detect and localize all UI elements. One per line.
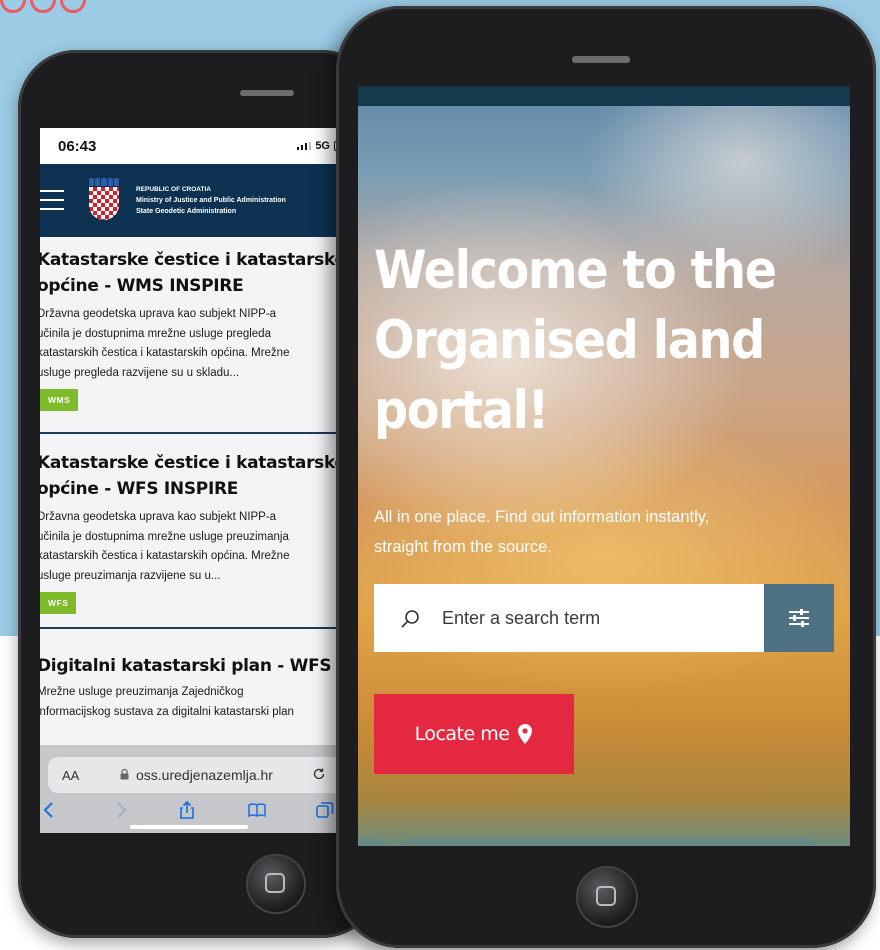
excerpt-line: katastarskih čestica i katastarskih opći…	[40, 550, 290, 562]
article-title[interactable]: općine - WFS INSPIRE	[40, 476, 358, 502]
menu-icon[interactable]	[40, 190, 64, 210]
article-excerpt: Državna geodetska uprava kao subjekt NIP…	[40, 305, 358, 383]
article-card-dkp[interactable]: Digitalni katastarski plan - WFS Mrežne …	[40, 629, 358, 749]
bottom-card-edge	[398, 838, 818, 846]
filter-button[interactable]	[764, 584, 834, 652]
locate-me-label: Locate me	[414, 723, 510, 745]
right-phone-screen: Welcome to the Organised land portal! Al…	[358, 86, 850, 846]
excerpt-line: učinila je dostupnima mrežne usluge preu…	[40, 530, 289, 543]
article-title[interactable]: Katastarske čestice i katastarske	[40, 450, 358, 476]
status-time: 06:43	[58, 138, 97, 155]
left-phone-screen: 06:43 5G REPUBLIC OF CROATIA Ministry of…	[40, 128, 358, 833]
phone-speaker	[572, 56, 630, 63]
left-phone-frame: 06:43 5G REPUBLIC OF CROATIA Ministry of…	[18, 50, 380, 938]
sliders-icon	[789, 609, 809, 627]
search-bar	[374, 584, 834, 652]
search-icon	[401, 610, 419, 628]
locate-me-button[interactable]: Locate me	[374, 694, 574, 774]
hero-headline: Welcome to the Organised land portal!	[374, 236, 797, 446]
article-excerpt: Državna geodetska uprava kao subjekt NIP…	[40, 508, 358, 586]
article-title[interactable]: Digitalni katastarski plan - WFS	[40, 653, 358, 679]
share-icon[interactable]	[178, 801, 196, 819]
article-card-wfs[interactable]: Katastarske čestice i katastarske općine…	[40, 434, 358, 629]
article-excerpt: Mrežne usluge preuzimanja Zajedničkog in…	[40, 683, 358, 722]
back-icon[interactable]	[40, 801, 58, 819]
croatian-coat-of-arms-icon[interactable]	[89, 178, 120, 220]
excerpt-line: usluge pregleda razvijene su u skladu...	[40, 366, 240, 379]
home-button[interactable]	[248, 856, 304, 912]
excerpt-line: informacijskog sustava za digitalni kata…	[40, 705, 294, 718]
lock-icon	[120, 769, 129, 780]
tag-badge-wms[interactable]: WMS	[40, 389, 79, 411]
excerpt-line: učinila je dostupnima mrežne usluge preg…	[40, 327, 271, 340]
org-line-country: REPUBLIC OF CROATIA	[136, 186, 211, 193]
excerpt-line: Državna geodetska uprava kao subjekt NIP…	[40, 511, 277, 523]
home-indicator	[130, 825, 248, 829]
site-header: REPUBLIC OF CROATIA Ministry of Justice …	[40, 164, 358, 237]
org-line-ministry: Ministry of Justice and Public Administr…	[136, 197, 286, 204]
excerpt-line: katastarskih čestica i katastarskih opći…	[40, 347, 290, 359]
excerpt-line: usluge preuzimanja razvijene su u...	[40, 569, 221, 582]
forward-icon[interactable]	[112, 801, 130, 819]
tag-badge-wfs[interactable]: WFS	[40, 592, 77, 614]
url-text: oss.uredjenazemlja.hr	[136, 767, 273, 783]
status-bar: 06:43 5G	[40, 128, 358, 164]
headline-line: Organised land	[374, 310, 765, 371]
article-title[interactable]: Katastarske čestice i katastarske	[40, 247, 358, 273]
bookmarks-icon[interactable]	[248, 801, 266, 819]
org-line-agency: State Geodetic Administration	[136, 208, 237, 215]
brand-logo-fragment	[0, 0, 110, 14]
headline-line: portal!	[374, 380, 549, 441]
reload-icon[interactable]	[312, 767, 326, 781]
phone-speaker	[240, 90, 294, 96]
article-title[interactable]: općine - WMS INSPIRE	[40, 273, 358, 299]
right-phone-frame: Welcome to the Organised land portal! Al…	[336, 6, 876, 948]
article-card-wms[interactable]: Katastarske čestice i katastarske općine…	[40, 237, 358, 434]
browser-toolbar: AA oss.uredjenazemlja.hr	[40, 745, 358, 833]
subtitle-line: straight from the source.	[374, 538, 552, 556]
home-button[interactable]	[578, 868, 636, 926]
hero-subtitle: All in one place. Find out information i…	[374, 502, 834, 562]
location-pin-icon	[518, 724, 533, 744]
bottom-card-edge	[358, 838, 390, 846]
excerpt-line: Državna geodetska uprava kao subjekt NIP…	[40, 308, 277, 320]
headline-line: Welcome to the	[374, 240, 777, 301]
tabs-icon[interactable]	[316, 801, 334, 819]
signal-icon	[297, 142, 312, 150]
excerpt-line: Mrežne usluge preuzimanja Zajedničkog	[40, 686, 244, 698]
text-size-button[interactable]: AA	[62, 768, 79, 783]
address-bar[interactable]: AA oss.uredjenazemlja.hr	[48, 757, 346, 793]
search-box[interactable]	[374, 584, 764, 652]
top-nav-strip	[358, 86, 850, 106]
subtitle-line: All in one place. Find out information i…	[374, 508, 710, 526]
search-input[interactable]	[440, 602, 744, 634]
ministry-title: REPUBLIC OF CROATIA Ministry of Justice …	[136, 184, 286, 217]
network-type: 5G	[315, 140, 330, 152]
